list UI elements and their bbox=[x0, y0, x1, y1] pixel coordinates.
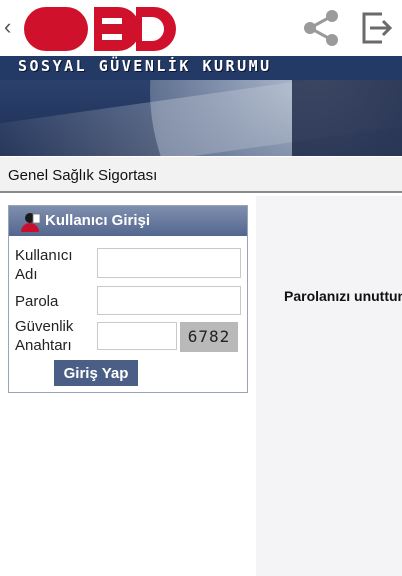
password-input[interactable] bbox=[97, 286, 241, 315]
login-button[interactable]: Giriş Yap bbox=[54, 360, 138, 386]
security-label-line2: Anahtarı bbox=[15, 337, 72, 354]
chevron-left-icon[interactable]: ‹ bbox=[4, 14, 20, 40]
username-input[interactable] bbox=[97, 248, 241, 278]
banner-shadow bbox=[292, 80, 402, 156]
breadcrumb: Genel Sağlık Sigortası bbox=[0, 157, 402, 193]
breadcrumb-label: Genel Sağlık Sigortası bbox=[8, 167, 158, 184]
security-label-line1: Güvenlik bbox=[15, 318, 74, 335]
sgk-logo bbox=[24, 7, 176, 51]
user-icon bbox=[21, 213, 41, 232]
share-icon[interactable] bbox=[300, 8, 344, 48]
captcha-image: 6782 bbox=[180, 322, 238, 352]
forgot-password-link[interactable]: Parolanızı unuttunuz mu? bbox=[284, 288, 402, 304]
header-banner: ‹ SOSYAL GÜVENLİK KURUMU bbox=[0, 0, 402, 156]
username-label-line1: Kullanıcı bbox=[15, 247, 73, 264]
brand-text: SOSYAL GÜVENLİK KURUMU bbox=[18, 57, 272, 75]
password-label: Parola bbox=[15, 293, 59, 310]
exit-icon[interactable] bbox=[356, 8, 396, 48]
login-panel-title: Kullanıcı Girişi bbox=[45, 212, 151, 229]
username-label-line2: Adı bbox=[15, 266, 38, 283]
login-panel: Kullanıcı Girişi Kullanıcı Adı Parola Gü… bbox=[8, 205, 248, 393]
security-key-input[interactable] bbox=[97, 322, 177, 350]
login-panel-header: Kullanıcı Girişi bbox=[9, 206, 247, 236]
right-panel: Parolanızı unuttunuz mu? bbox=[256, 196, 402, 576]
